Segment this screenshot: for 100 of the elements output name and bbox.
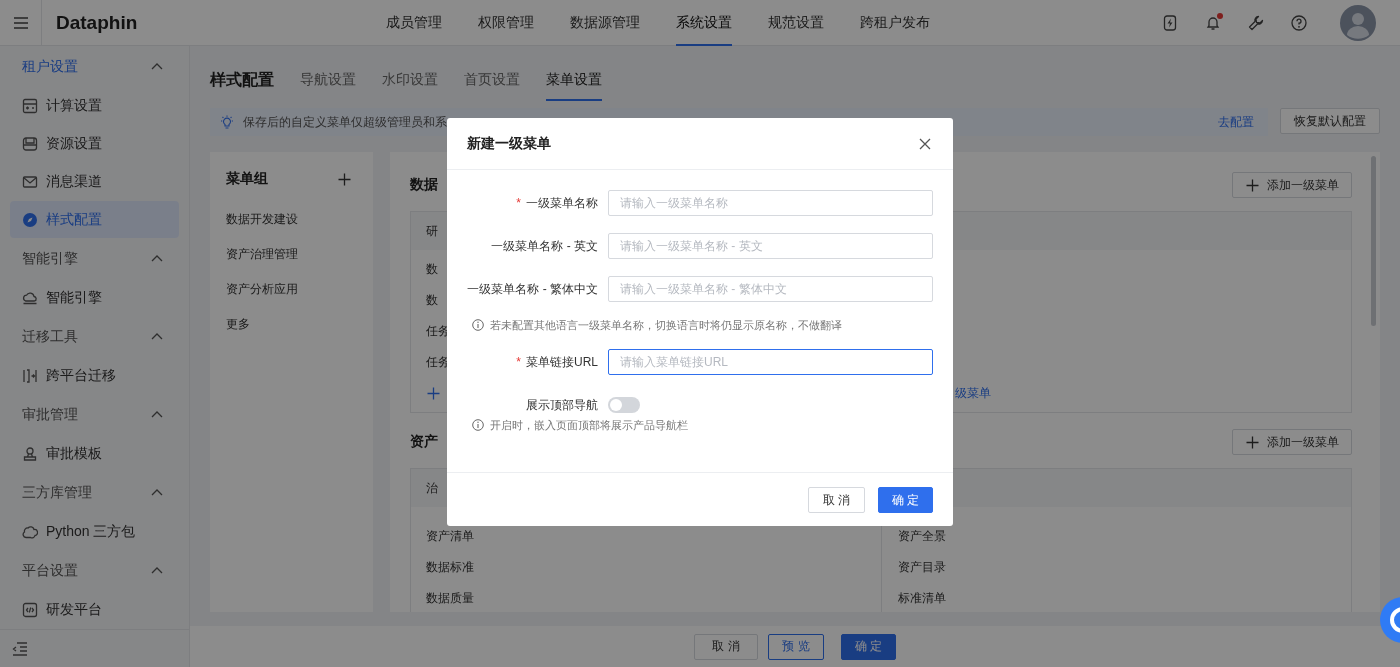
- sidebar-group[interactable]: 迁移工具: [0, 317, 189, 356]
- nav-tab[interactable]: 成员管理: [386, 0, 442, 46]
- logo[interactable]: Dataphin: [56, 11, 386, 34]
- sidebar-item[interactable]: 消息渠道: [10, 163, 179, 200]
- required-mark: *: [516, 354, 521, 369]
- configure-link[interactable]: 去配置: [1218, 113, 1254, 131]
- plus-icon: [1245, 435, 1259, 449]
- item-label: 消息渠道: [46, 172, 102, 191]
- nav-tab[interactable]: 权限管理: [478, 0, 534, 46]
- notice-text: 保存后的自定义菜单仅超级管理员和系: [243, 113, 447, 131]
- menu-group-item[interactable]: 资产分析应用: [226, 272, 357, 307]
- plus-icon[interactable]: [338, 172, 351, 186]
- mail-icon: [22, 173, 38, 190]
- page-title: 样式配置: [210, 69, 274, 90]
- sidebar-group[interactable]: 智能引擎: [0, 239, 189, 278]
- help-icon[interactable]: [1291, 14, 1307, 31]
- input-field[interactable]: 请输入菜单链接URL: [608, 349, 933, 375]
- bell-icon[interactable]: [1205, 14, 1221, 31]
- cloud-icon: [22, 523, 38, 540]
- sidebar-item[interactable]: Python 三方包: [10, 513, 179, 550]
- menu-item[interactable]: 数据质量: [411, 583, 881, 612]
- item-label: 研发平台: [46, 600, 102, 619]
- sidebar-item[interactable]: 智能引擎: [10, 279, 179, 316]
- close-icon[interactable]: [919, 137, 931, 150]
- group-title: 租户设置: [22, 57, 78, 76]
- item-label: 样式配置: [46, 210, 102, 229]
- page-tab[interactable]: 导航设置: [300, 59, 356, 101]
- plus-icon[interactable]: [427, 386, 440, 400]
- item-label: Python 三方包: [46, 522, 136, 541]
- collapse-icon[interactable]: [12, 640, 28, 657]
- plus-icon: [1245, 178, 1259, 192]
- required-mark: *: [516, 195, 521, 210]
- compass-icon: [22, 211, 38, 228]
- sidebar-group[interactable]: 平台设置: [0, 551, 189, 590]
- menu-item[interactable]: 资产目录: [882, 552, 1351, 583]
- nav-tab[interactable]: 跨租户发布: [860, 0, 930, 46]
- sidebar-group[interactable]: 三方库管理: [0, 473, 189, 512]
- group-title: 智能引擎: [22, 249, 78, 268]
- info-icon: [472, 319, 484, 331]
- item-label: 智能引擎: [46, 288, 102, 307]
- confirm-button[interactable]: 确 定: [878, 487, 933, 513]
- lightbulb-icon: [220, 115, 234, 129]
- nav-tab[interactable]: 数据源管理: [570, 0, 640, 46]
- sidebar-group[interactable]: 审批管理: [0, 395, 189, 434]
- reset-button[interactable]: 恢复默认配置: [1280, 108, 1380, 134]
- code-icon: [22, 601, 38, 618]
- cancel-button[interactable]: 取 消: [808, 487, 865, 513]
- group-title: 平台设置: [22, 561, 78, 580]
- transfer-icon: [22, 367, 38, 384]
- sidebar-item[interactable]: 跨平台迁移: [10, 357, 179, 394]
- menu-group-item[interactable]: 数据开发建设: [226, 202, 357, 237]
- section-title: 资产: [410, 433, 438, 451]
- item-label: 计算设置: [46, 96, 102, 115]
- sidebar-item[interactable]: 样式配置: [10, 201, 179, 238]
- avatar-icon[interactable]: [1340, 4, 1376, 41]
- toggle-switch[interactable]: [608, 397, 640, 413]
- wrench-icon[interactable]: [1248, 14, 1264, 31]
- item-label: 跨平台迁移: [46, 366, 116, 385]
- sidebar-item[interactable]: 资源设置: [10, 125, 179, 162]
- sidebar-item[interactable]: 计算设置: [10, 87, 179, 124]
- page-tab[interactable]: 水印设置: [382, 59, 438, 101]
- menu-group-item[interactable]: 资产治理管理: [226, 237, 357, 272]
- drawer-icon: [22, 135, 38, 152]
- person-icon: [22, 445, 38, 462]
- nav-tab[interactable]: 规范设置: [768, 0, 824, 46]
- info-icon: [472, 419, 484, 431]
- add-menu-button[interactable]: 添加一级菜单: [1232, 429, 1352, 455]
- calculator-icon: [22, 97, 38, 114]
- page-tab[interactable]: 首页设置: [464, 59, 520, 101]
- group-title: 三方库管理: [22, 483, 92, 502]
- menu-item[interactable]: 数据标准: [411, 552, 881, 583]
- confirm-button[interactable]: 确 定: [841, 633, 896, 660]
- dialog-title: 新建一级菜单: [467, 134, 551, 153]
- menu-item[interactable]: 标准清单: [882, 583, 1351, 612]
- menu-icon[interactable]: [12, 15, 29, 30]
- field-label: 一级菜单名称 - 繁体中文: [467, 281, 598, 296]
- add-menu-button[interactable]: 添加一级菜单: [1232, 172, 1352, 198]
- scrollbar[interactable]: [1371, 156, 1376, 326]
- cloud-icon: [22, 289, 38, 306]
- group-title: 审批管理: [22, 405, 78, 424]
- field-label: 菜单链接URL: [526, 354, 598, 369]
- panel-title: 菜单组: [226, 170, 268, 188]
- nav-tab[interactable]: 系统设置: [676, 0, 732, 46]
- bolt-icon[interactable]: [1162, 14, 1178, 31]
- menu-item[interactable]: 资产全景: [882, 521, 1351, 552]
- add-menu-link[interactable]: 级菜单: [955, 384, 991, 402]
- field-label: 一级菜单名称 - 英文: [491, 238, 598, 253]
- item-label: 资源设置: [46, 134, 102, 153]
- hint-text: 若未配置其他语言一级菜单名称，切换语言时将仍显示原名称，不做翻译: [490, 317, 842, 333]
- hint-text: 开启时，嵌入页面顶部将展示产品导航栏: [490, 417, 688, 433]
- item-label: 审批模板: [46, 444, 102, 463]
- sidebar-group[interactable]: 租户设置: [0, 47, 189, 86]
- preview-button[interactable]: 预 览: [768, 633, 824, 660]
- sidebar-item[interactable]: 审批模板: [10, 435, 179, 472]
- field-label: 一级菜单名称: [526, 195, 598, 210]
- cancel-button[interactable]: 取 消: [694, 633, 758, 660]
- group-title: 迁移工具: [22, 327, 78, 346]
- sidebar-item[interactable]: 研发平台: [10, 591, 179, 628]
- page-tab[interactable]: 菜单设置: [546, 59, 602, 101]
- menu-group-item[interactable]: 更多: [226, 307, 357, 342]
